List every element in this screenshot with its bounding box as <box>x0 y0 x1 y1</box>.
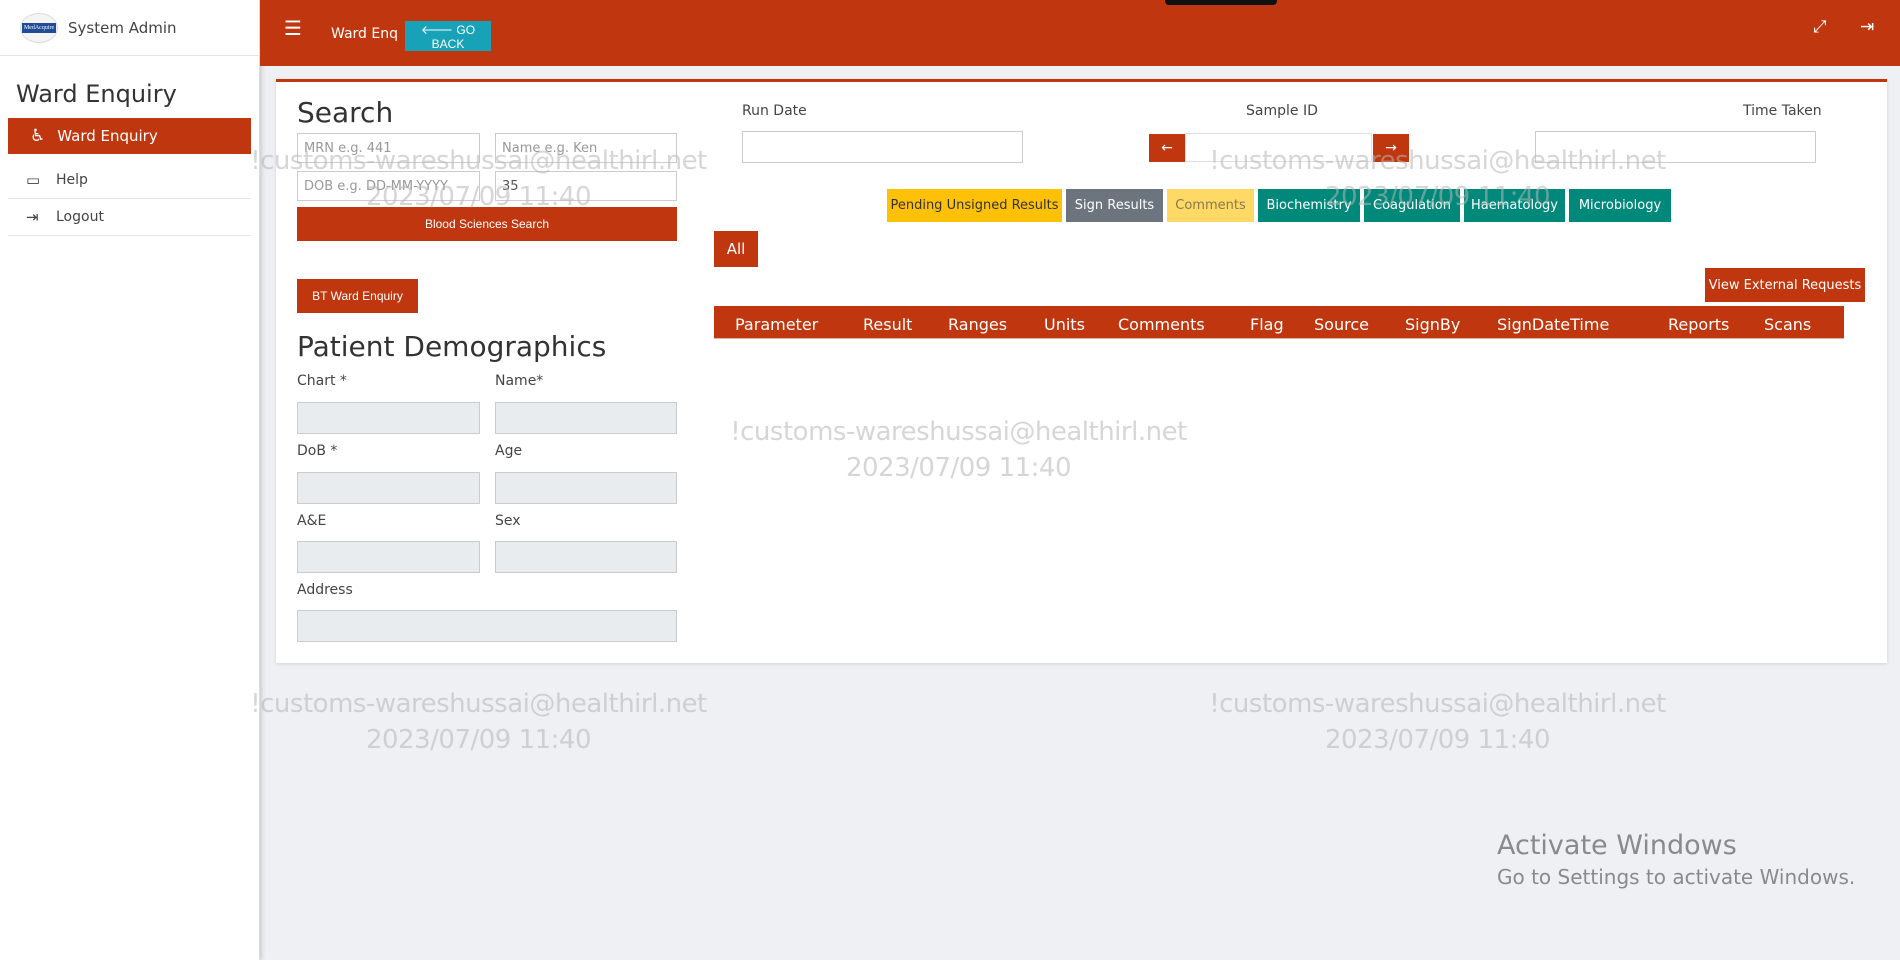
pending-unsigned-results-button[interactable]: Pending Unsigned Results <box>887 189 1062 222</box>
column-header-scans[interactable]: Scans <box>1764 315 1811 334</box>
brand: MedAcquire System Admin <box>0 0 259 56</box>
run-date-input[interactable] <box>742 131 1023 163</box>
chart-label: Chart * <box>297 373 347 389</box>
watermark: !customs-wareshussai@healthirl.net 2023/… <box>246 143 711 215</box>
name-field <box>495 402 677 434</box>
topbar: ☰ Ward Enq 🡐 GO BACK ⤢ ⇥ <box>260 0 1900 66</box>
brand-logo-text: MedAcquire <box>21 22 57 33</box>
column-header-parameter[interactable]: Parameter <box>735 315 818 334</box>
watermark-line2: 2023/07/09 11:40 <box>1324 182 1551 212</box>
sidebar: MedAcquire System Admin Ward Enquiry ♿ W… <box>0 0 260 960</box>
view-external-requests-button[interactable]: View External Requests <box>1705 268 1865 302</box>
sign-out-icon[interactable]: ⇥ <box>1860 17 1874 37</box>
sidebar-title: Ward Enquiry <box>16 80 177 108</box>
sidebar-item-logout[interactable]: ⇥ Logout <box>8 199 251 236</box>
watermark-line1: !customs-wareshussai@healthirl.net <box>250 146 707 176</box>
ae-label: A&E <box>297 513 327 529</box>
watermark-line1: !customs-wareshussai@healthirl.net <box>1209 689 1666 719</box>
hamburger-menu-icon[interactable]: ☰ <box>284 16 302 40</box>
dob-label: DoB * <box>297 443 338 459</box>
column-header-source[interactable]: Source <box>1314 315 1369 334</box>
time-taken-label: Time Taken <box>1743 103 1822 119</box>
page-title: Ward Enq <box>331 26 398 42</box>
wheelchair-icon: ♿ <box>30 126 46 146</box>
column-header-flag[interactable]: Flag <box>1250 315 1284 334</box>
watermark-line1: !customs-wareshussai@healthirl.net <box>730 417 1187 447</box>
watermark: !customs-wareshussai@healthirl.net 2023/… <box>1205 686 1670 758</box>
brand-logo[interactable]: MedAcquire <box>20 12 58 43</box>
activate-windows-subtitle: Go to Settings to activate Windows. <box>1497 865 1856 889</box>
bt-ward-enquiry-button[interactable]: BT Ward Enquiry <box>297 279 418 313</box>
address-field <box>297 610 677 642</box>
watermark: !customs-wareshussai@healthirl.net 2023/… <box>1205 143 1670 215</box>
sidebar-item-label: Help <box>56 172 88 188</box>
watermark: !customs-wareshussai@healthirl.net 2023/… <box>726 414 1191 486</box>
fullscreen-icon[interactable]: ⤢ <box>1813 17 1827 37</box>
watermark: !customs-wareshussai@healthirl.net 2023/… <box>246 686 711 758</box>
chart-field <box>297 402 480 434</box>
go-back-button[interactable]: 🡐 GO BACK <box>405 21 491 51</box>
column-header-units[interactable]: Units <box>1044 315 1085 334</box>
all-button[interactable]: All <box>714 231 758 267</box>
sidebar-nav: ♿ Ward Enquiry ▭ Help ⇥ Logout <box>0 118 259 236</box>
age-field <box>495 472 677 504</box>
address-label: Address <box>297 582 353 598</box>
search-heading: Search <box>297 96 394 129</box>
watermark-line2: 2023/07/09 11:40 <box>365 725 592 755</box>
camera-notch <box>1165 0 1277 5</box>
sample-id-label: Sample ID <box>1246 103 1318 119</box>
previous-sample-button[interactable]: ← <box>1149 134 1185 162</box>
watermark-line2: 2023/07/09 11:40 <box>845 453 1072 483</box>
column-header-reports[interactable]: Reports <box>1668 315 1729 334</box>
name-label: Name* <box>495 373 544 389</box>
column-header-signby[interactable]: SignBy <box>1405 315 1460 334</box>
activate-windows-title: Activate Windows <box>1497 830 1737 861</box>
column-header-signdatetime[interactable]: SignDateTime <box>1497 315 1609 334</box>
column-header-result[interactable]: Result <box>863 315 912 334</box>
column-header-comments[interactable]: Comments <box>1118 315 1205 334</box>
user-name: System Admin <box>68 18 177 37</box>
run-date-label: Run Date <box>742 103 807 119</box>
watermark-line2: 2023/07/09 11:40 <box>365 182 592 212</box>
ae-field <box>297 541 480 573</box>
watermark-line1: !customs-wareshussai@healthirl.net <box>250 689 707 719</box>
ticket-icon: ▭ <box>26 171 41 189</box>
activate-windows-notice: Activate Windows Go to Settings to activ… <box>1497 830 1855 889</box>
patient-demographics-heading: Patient Demographics <box>297 330 607 363</box>
sidebar-item-ward-enquiry[interactable]: ♿ Ward Enquiry <box>8 118 251 154</box>
sidebar-item-label: Ward Enquiry <box>57 127 158 145</box>
sex-label: Sex <box>495 513 521 529</box>
sidebar-item-help[interactable]: ▭ Help <box>8 162 251 199</box>
watermark-line1: !customs-wareshussai@healthirl.net <box>1209 146 1666 176</box>
column-header-ranges[interactable]: Ranges <box>948 315 1007 334</box>
dob-field <box>297 472 480 504</box>
sign-results-button[interactable]: Sign Results <box>1066 189 1163 222</box>
watermark-line2: 2023/07/09 11:40 <box>1324 725 1551 755</box>
sign-out-icon: ⇥ <box>26 208 39 226</box>
sex-field <box>495 541 677 573</box>
sidebar-item-label: Logout <box>56 209 104 225</box>
results-table-header: Parameter Result Ranges Units Comments F… <box>714 306 1844 339</box>
age-label: Age <box>495 443 523 459</box>
